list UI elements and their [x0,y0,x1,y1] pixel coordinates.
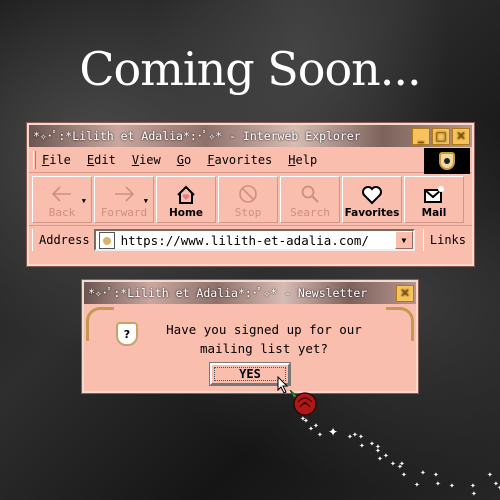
sparkle-icon: ✦ [449,482,455,490]
links-button[interactable]: Links [422,229,469,251]
sparkle-icon: ✦ [383,452,389,460]
sparkle-icon: ✦ [435,480,441,488]
sparkle-icon: ✦ [420,469,426,477]
sparkle-icon: ✦ [401,471,407,479]
menu-go[interactable]: Go [177,153,191,167]
menu-edit[interactable]: Edit [87,153,116,167]
forward-arrow-icon [115,186,135,202]
menu-help[interactable]: Help [288,153,317,167]
sparkle-icon: ✦ [369,440,375,448]
coming-soon-headline: Coming Soon... [79,42,421,96]
sparkle-icon: ✦ [358,433,364,441]
address-bar: Address https://www.lilith-et-adalia.com… [29,226,472,254]
menu-file[interactable]: File [42,153,71,167]
heart-icon [362,186,382,205]
sparkle-icon: ✦ [328,425,339,439]
question-icon: ? [116,322,138,346]
sparkle-icon: ✦ [313,422,319,430]
maximize-button[interactable]: □ [432,127,450,145]
newsletter-dialog: *✧･ﾟ:*Lilith et Adalia*:･ﾟ✧* - Newslette… [81,279,419,394]
sparkle-icon: ✦ [487,471,493,479]
close-button[interactable]: ✕ [452,127,470,145]
search-button[interactable]: Search [280,176,340,223]
home-icon [177,185,195,204]
dialog-close-button[interactable]: ✕ [396,284,414,302]
close-icon: ✕ [399,286,411,300]
dialog-body: ? Have you signed up for our mailing lis… [84,304,416,391]
sparkle-icon: ✦ [375,443,381,451]
dialog-message: Have you signed up for our mailing list … [166,322,362,356]
minimize-button[interactable]: _ [412,127,430,145]
sparkle-icon: ✦ [359,442,365,450]
close-icon: ✕ [455,129,467,143]
address-input[interactable]: https://www.lilith-et-adalia.com/ ▼ [93,229,415,251]
browser-window: *✧･ﾟ:*Lilith et Adalia*:･ﾟ✧* - Interweb … [26,122,475,267]
browser-titlebar[interactable]: *✧･ﾟ:*Lilith et Adalia*:･ﾟ✧* - Interweb … [29,125,472,147]
mail-button[interactable]: Mail [404,176,464,223]
dialog-title: *✧･ﾟ:*Lilith et Adalia*:･ﾟ✧* - Newslette… [88,286,368,300]
crest-icon [439,152,455,170]
sparkle-icon: ✦ [303,417,309,425]
stop-icon [239,185,257,203]
back-button[interactable]: ▼ Back [32,176,92,223]
search-icon [301,185,319,203]
browser-throbber-logo [424,148,470,174]
favorites-button[interactable]: Favorites [342,176,402,223]
menu-bar: File Edit View Go Favorites Help [29,147,472,174]
mail-icon [424,186,444,203]
sparkle-icon: ✦ [390,460,396,468]
address-dropdown-button[interactable]: ▼ [394,231,413,249]
sparkle-icon: ✦ [471,490,477,498]
sparkle-icon: ✦ [414,481,420,489]
sparkle-icon: ✦ [377,455,383,463]
forward-dropdown-icon[interactable]: ▼ [144,197,148,205]
toolbar: ▼ Back ▼ Forward Home Stop Search Favori… [29,173,472,226]
url-text[interactable]: https://www.lilith-et-adalia.com/ [121,233,395,248]
sparkle-icon: ✦ [397,463,403,471]
ornament-right-icon [386,307,414,341]
page-icon [98,231,115,249]
menu-view[interactable]: View [132,153,161,167]
minimize-icon: _ [418,129,424,143]
sparkle-icon: ✦ [470,482,476,490]
sparkle-icon: ✦ [352,431,358,439]
back-dropdown-icon[interactable]: ▼ [82,197,86,205]
menu-favorites[interactable]: Favorites [207,153,272,167]
maximize-icon: □ [435,129,447,143]
address-label: Address [32,229,94,251]
forward-button[interactable]: ▼ Forward [94,176,154,223]
menubar-grip[interactable] [33,150,36,169]
sparkle-icon: ✦ [317,431,323,439]
dialog-titlebar[interactable]: *✧･ﾟ:*Lilith et Adalia*:･ﾟ✧* - Newslette… [84,282,416,304]
ornament-left-icon [86,307,114,341]
stop-button[interactable]: Stop [218,176,278,223]
rose-icon [289,389,317,416]
browser-title: *✧･ﾟ:*Lilith et Adalia*:･ﾟ✧* - Interweb … [33,129,361,143]
home-button[interactable]: Home [156,176,216,223]
sparkle-icon: ✦ [433,471,439,479]
back-arrow-icon [51,186,71,202]
